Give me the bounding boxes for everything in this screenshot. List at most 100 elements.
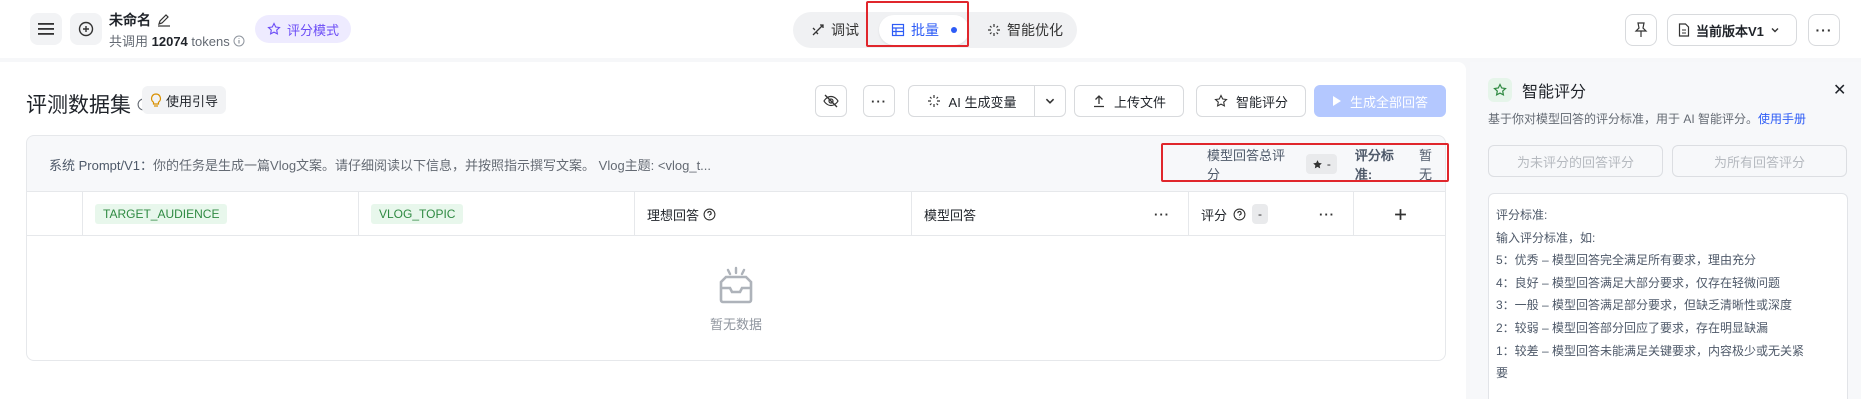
panel-description: 基于你对模型回答的评分标准，用于 AI 智能评分。使用手册 [1488,110,1806,127]
score-all-label: 为所有回答评分 [1713,154,1805,170]
column-label: 理想回答 [647,207,700,223]
criteria-line: 要 [1496,366,1509,381]
star-filled-icon [1312,159,1322,168]
tab-batch[interactable]: 批量 [879,15,969,45]
token-count: 12074 [151,34,188,49]
criteria-line: 3：一般 – 模型回答满足部分要求，但缺乏清晰性或深度 [1496,298,1793,313]
score-mode-tag[interactable]: 评分模式 [255,15,352,43]
criteria-textarea[interactable]: 评分标准: 输入评分标准，如: 5：优秀 – 模型回答完全满足所有要求，理由充分… [1488,193,1848,399]
debug-icon [812,24,824,36]
total-score-label: 模型回答总评分 [1207,148,1286,182]
column-vlog-topic[interactable]: VLOG_TOPIC [358,192,634,236]
tab-optimize-label: 智能优化 [1007,22,1063,38]
token-usage: 共调用 12074 tokens [109,31,245,50]
unsaved-dot [951,27,957,33]
manual-link[interactable]: 使用手册 [1758,112,1806,126]
plus-circle-icon [78,21,94,37]
score-unscored-label: 为未评分的回答评分 [1516,154,1634,170]
score-mode-label: 评分模式 [287,22,340,38]
system-prompt-label: 系统 Prompt/V1： [49,158,154,173]
ai-generate-button[interactable]: AI 生成变量 [908,85,1035,117]
mode-switcher: 调试 批量 智能优化 [793,12,1077,48]
criteria-label: 评分标准: [1354,148,1394,182]
score-all-button[interactable]: 为所有回答评分 [1672,145,1847,177]
usage-guide-button[interactable]: 使用引导 [142,86,227,114]
upload-file-button[interactable]: 上传文件 [1074,85,1184,117]
column-model-answer[interactable]: 模型回答 ··· [911,192,1188,236]
new-button[interactable] [70,13,102,45]
chevron-down-icon [1045,98,1055,104]
criteria-line: 5：优秀 – 模型回答完全满足所有要求，理由充分 [1496,253,1757,268]
criteria-line: 1：较差 – 模型回答未能满足关键要求，内容极少或无关紧 [1496,343,1805,358]
chevron-down-icon [1771,28,1779,33]
usage-guide-label: 使用引导 [166,93,219,109]
tab-debug[interactable]: 调试 [799,15,871,45]
tab-batch-label: 批量 [911,22,939,38]
criteria-line: 输入评分标准，如: [1496,230,1596,245]
smart-score-button[interactable]: 智能评分 [1196,85,1306,117]
dataset-panel: 评测数据集 使用引导 ··· AI 生成变量 上传文件 智能评分 生成全部回答 … [0,62,1466,399]
panel-header: 智能评分 [1488,78,1586,102]
star-badge-icon [1488,78,1512,102]
hide-button[interactable] [815,85,847,117]
help-icon[interactable] [703,208,716,221]
variable-tag: VLOG_TOPIC [371,204,464,224]
system-prompt-text: 你的任务是生成一篇Vlog文案。请仔细阅读以下信息，并按照指示撰写文案。 Vlo… [153,158,712,173]
prompt-name-text: 未命名 [109,12,151,28]
ellipsis-icon[interactable]: ··· [1319,207,1335,222]
upload-file-label: 上传文件 [1113,94,1166,110]
column-label: 模型回答 [924,207,977,223]
version-selector[interactable]: 当前版本V1 [1667,14,1797,46]
tab-debug-label: 调试 [831,22,859,38]
score-filter-chip[interactable]: - [1252,204,1269,224]
play-icon [1332,96,1341,106]
toolbar-more-button[interactable]: ··· [863,85,895,117]
tab-optimize[interactable]: 智能优化 [975,15,1075,45]
add-column-button[interactable] [1353,192,1446,236]
star-outline-icon [267,22,281,35]
empty-text: 暂无数据 [709,316,762,332]
total-score-value: - [1326,157,1331,171]
sparkle-icon [988,24,1000,36]
total-score-chip[interactable]: - [1305,154,1337,174]
token-unit: tokens [191,34,230,49]
top-bar: 未命名 共调用 12074 tokens 评分模式 调试 批量 智能优化 当前版… [0,0,1861,58]
lightbulb-icon [150,92,162,107]
panel-desc-text: 基于你对模型回答的评分标准，用于 AI 智能评分。 [1488,112,1759,126]
ai-generate-label: AI 生成变量 [948,94,1017,110]
table-icon [891,23,905,37]
column-score[interactable]: 评分 - ··· [1188,192,1353,236]
info-icon[interactable] [233,35,245,47]
criteria-value: 暂无 [1419,148,1433,182]
pin-icon [1634,22,1648,37]
help-icon[interactable] [1233,208,1246,221]
system-prompt-bar: 系统 Prompt/V1：你的任务是生成一篇Vlog文案。请仔细阅读以下信息，并… [26,135,1446,191]
dataset-title: 评测数据集 [26,89,150,119]
close-icon[interactable]: ✕ [1833,80,1846,100]
select-column [27,192,82,236]
token-prefix: 共调用 [109,34,149,49]
smart-score-label: 智能评分 [1235,94,1288,110]
column-target-audience[interactable]: TARGET_AUDIENCE [82,192,358,236]
edit-icon[interactable] [157,13,171,27]
ellipsis-icon: ··· [1815,22,1833,38]
column-ideal-answer[interactable]: 理想回答 [634,192,911,236]
prompt-name: 未命名 [109,10,171,30]
score-unscored-button[interactable]: 为未评分的回答评分 [1488,145,1663,177]
generate-all-button[interactable]: 生成全部回答 [1314,85,1446,117]
empty-state: 暂无数据 [27,236,1445,362]
document-icon [1678,23,1690,37]
version-label: 当前版本V1 [1696,23,1764,39]
system-prompt[interactable]: 系统 Prompt/V1：你的任务是生成一篇Vlog文案。请仔细阅读以下信息，并… [49,155,711,174]
empty-inbox-icon [719,266,753,303]
criteria-line: 评分标准: [1496,208,1548,222]
panel-title: 智能评分 [1522,84,1587,101]
upload-icon [1093,95,1104,108]
criteria-line: 2：较弱 – 模型回答部分回应了要求，存在明显缺漏 [1496,320,1769,335]
pin-button[interactable] [1625,14,1657,46]
sparkle-icon [927,95,940,107]
menu-button[interactable] [30,13,62,45]
more-options-button[interactable]: ··· [1808,14,1840,46]
ellipsis-icon[interactable]: ··· [1154,207,1170,222]
ai-generate-dropdown[interactable] [1034,85,1066,117]
